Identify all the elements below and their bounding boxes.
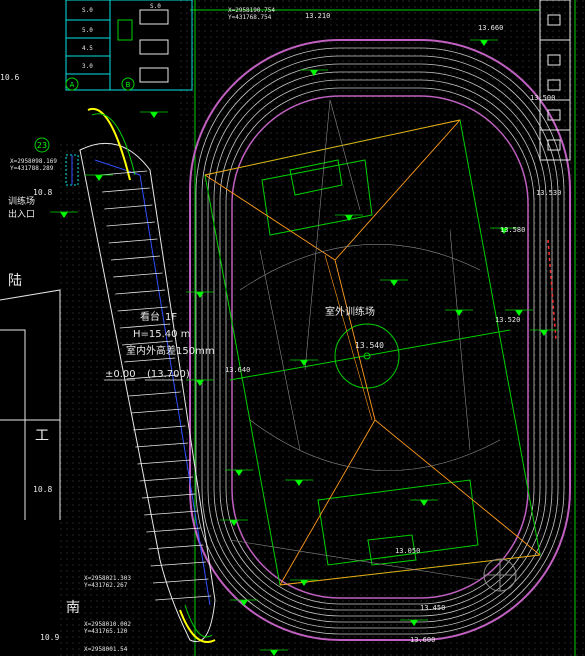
spot-elev-g: 13.050 [395,547,420,555]
table-header-2: S.0 [150,3,161,10]
site-plan-drawing: 23 A B 室外训练场 看台 1F H=15.40 m 室内外高差150mm … [0,0,585,656]
elev-10-6: 10.6 [0,73,19,82]
spot-elev-b: 13.660 [478,24,503,32]
spot-elev-h: 13.450 [420,604,445,612]
grandstand-name-label: 看台 [140,310,160,323]
entrance-label-1: 训练场 [8,195,35,207]
spot-elev-c: 13.530 [536,189,561,197]
coord-left-1: X=2958098.169 [10,158,57,165]
center-elev: 13.540 [355,341,384,350]
spot-elev-a: 13.210 [305,12,330,20]
table-row-3: 3.0 [82,63,93,70]
char-gong: 工 [35,428,49,444]
coord-left-2: Y=431788.289 [10,165,54,172]
svg-text:A: A [70,81,75,89]
coord-bottom-2: Y=431762.267 [84,582,128,589]
grandstand-storey-label: 1F [165,312,177,323]
spot-elev-e: 13.520 [495,316,520,324]
grandstand-abs-elev: (13.700) [147,369,190,380]
coord-bottom-5: X=2958001.54 [84,646,128,653]
grid-circle-23: 23 [34,137,50,153]
elev-10-9: 10.9 [40,633,59,642]
field-name-label: 室外训练场 [325,305,375,318]
spot-elev-d: 13.580 [500,226,525,234]
tree-symbol [483,558,517,592]
table-row-2: 4.5 [82,45,93,52]
coord-bottom-1: X=2958021.303 [84,575,131,582]
grid-circle-a: A [65,77,79,91]
elevation-marker-icon [150,112,158,118]
spot-elev-j: 13.600 [410,636,435,644]
table-row-1: 5.0 [82,27,93,34]
grandstand-elev-diff-label: 室内外高差150mm [126,344,215,357]
entrance-label-2: 出入口 [8,208,35,220]
elev-10-8-a: 10.8 [33,188,52,197]
coord-top-2: Y=431768.754 [228,14,272,21]
elev-10-8-b: 10.8 [33,485,52,494]
spot-elev-i: 13.500 [530,94,555,102]
cad-site-plan: 23 A B 室外训练场 看台 1F H=15.40 m 室内外高差150mm … [0,0,585,656]
char-nan: 南 [66,600,80,616]
hatch-pattern [60,0,585,656]
coord-bottom-4: Y=431765.120 [84,628,128,635]
grid-circle-b: B [121,77,135,91]
spot-elev-f: 13.640 [225,366,250,374]
svg-text:B: B [126,81,131,89]
svg-text:23: 23 [37,141,47,150]
coord-top-1: X=2958190.754 [228,7,275,14]
table-header-1: S.0 [82,7,93,14]
grandstand-floor-elev: ±0.00 [105,369,136,380]
char-lu: 陆 [8,273,22,289]
grandstand-height-label: H=15.40 m [133,329,190,340]
coord-bottom-3: X=2958010.002 [84,621,131,628]
